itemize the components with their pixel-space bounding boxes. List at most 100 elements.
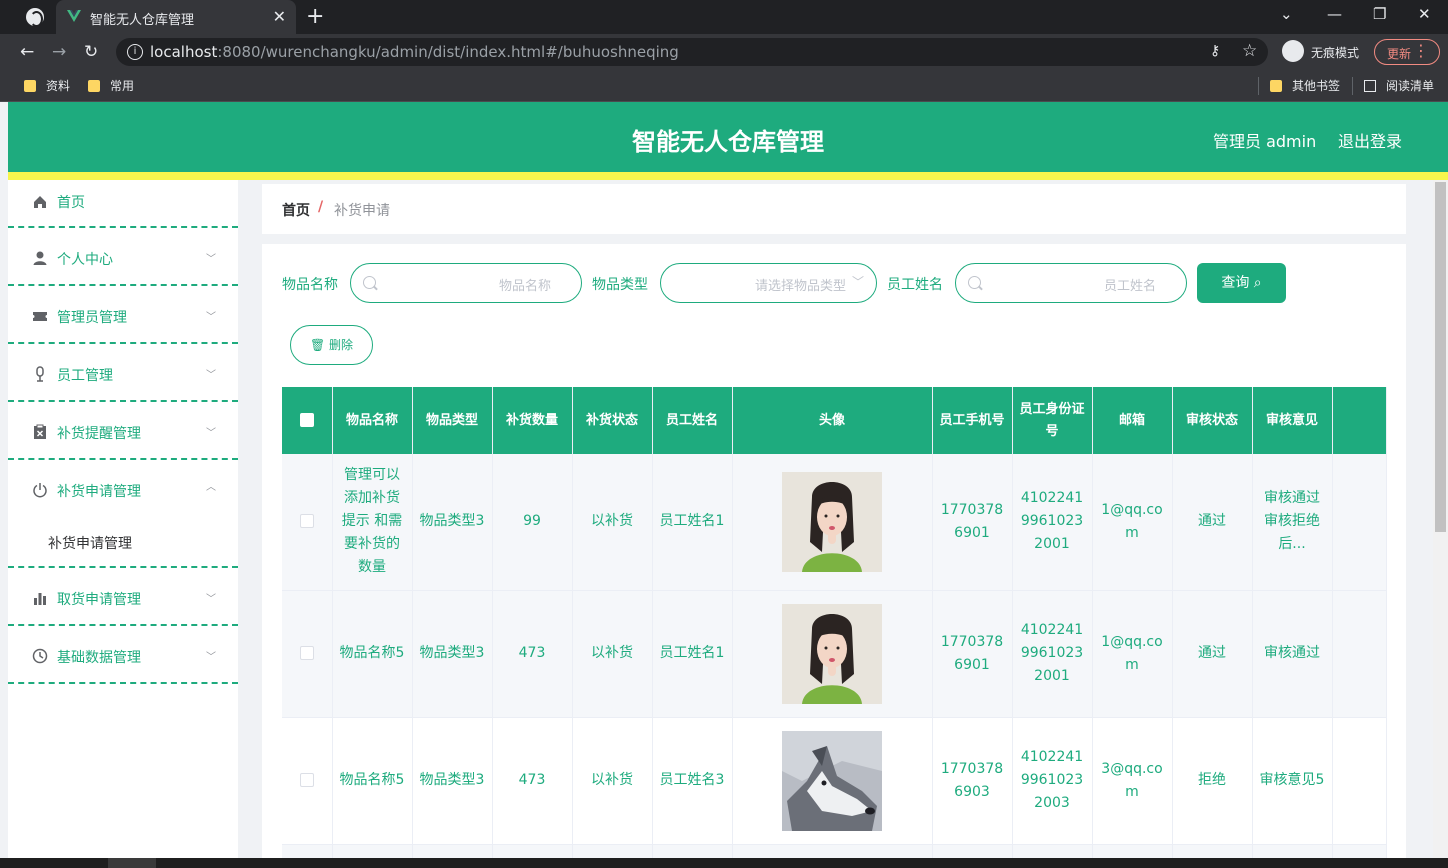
select-all-checkbox[interactable]	[282, 387, 333, 454]
header-accent-line	[8, 172, 1448, 180]
power-icon	[33, 483, 47, 498]
row-checkbox[interactable]	[282, 590, 333, 718]
star-icon[interactable]: ☆	[1242, 41, 1257, 61]
sidebar-item-label: 取货申请管理	[57, 592, 141, 608]
avatar[interactable]	[782, 471, 882, 572]
column-header-actions	[1332, 387, 1387, 454]
sidebar-item-staff[interactable]: 员工管理 ﹀	[8, 344, 238, 402]
sidebar-item-personal[interactable]: 个人中心 ﹀	[8, 228, 238, 286]
sidebar: 首页 个人中心 ﹀ 管理员管理 ﹀ 员工管理 ﹀ 补货提醒管理 ﹀ 补货申请管理…	[8, 180, 238, 868]
submenu-item-restock-apply[interactable]: 补货申请管理	[48, 533, 132, 553]
cell-email: 1@qq.com	[1092, 590, 1173, 718]
folder-icon	[1270, 80, 1282, 92]
cell-item-name: 物品名称5	[332, 717, 413, 845]
globe-icon[interactable]	[26, 8, 44, 27]
sidebar-item-home[interactable]: 首页	[8, 180, 238, 228]
avatar[interactable]	[782, 603, 882, 704]
sidebar-item-admin[interactable]: 管理员管理 ﹀	[8, 286, 238, 344]
sidebar-item-restock-reminder[interactable]: 补货提醒管理 ﹀	[8, 402, 238, 460]
item-name-input[interactable]: 物品名称	[350, 263, 582, 303]
restock-table: 物品名称 物品类型 补货数量 补货状态 员工姓名 头像 员工手机号 员工身份证号…	[282, 387, 1387, 868]
cell-quantity: 473	[492, 717, 573, 845]
chevron-down-icon: ﹀	[206, 370, 216, 381]
delete-button[interactable]: 🗑 删除	[290, 325, 373, 365]
sidebar-item-pickup-apply[interactable]: 取货申请管理 ﹀	[8, 568, 238, 626]
cell-quantity: 99	[492, 454, 573, 591]
filter-label-name: 物品名称	[282, 277, 338, 293]
breadcrumb-separator: /	[318, 199, 324, 215]
sidebar-item-restock-apply[interactable]: 补货申请管理 ︿ 补货申请管理	[8, 460, 238, 568]
table-row[interactable]: 物品名称5 物品类型3 473 以补货 员工姓名1 17703786901 41…	[282, 590, 1387, 718]
sidebar-item-label: 基础数据管理	[57, 650, 141, 666]
scrollbar-thumb[interactable]	[1435, 182, 1446, 532]
column-header: 审核意见	[1252, 387, 1333, 454]
sidebar-item-label: 员工管理	[57, 368, 113, 384]
table-row[interactable]: 管理可以添加补货提示 和需要补货的数量 物品类型3 99 以补货 员工姓名1 1…	[282, 454, 1387, 591]
breadcrumb-home[interactable]: 首页	[282, 200, 310, 220]
bookmark-folder[interactable]: 常用	[88, 77, 134, 94]
breadcrumb: 首页 / 补货申请	[262, 184, 1406, 234]
cell-item-name: 管理可以添加补货提示 和需要补货的数量	[332, 454, 413, 591]
forward-icon[interactable]: →	[52, 42, 66, 62]
logout-link[interactable]: 退出登录	[1338, 128, 1402, 152]
column-header: 邮箱	[1092, 387, 1173, 454]
staff-name-input[interactable]: 员工姓名	[955, 263, 1187, 303]
bookmark-folder[interactable]: 资料	[24, 77, 70, 94]
cell-avatar	[732, 717, 933, 845]
ticket-icon	[33, 312, 47, 321]
url-input[interactable]: i localhost:8080/wurenchangku/admin/dist…	[116, 38, 1268, 66]
cell-email: 3@qq.com	[1092, 717, 1173, 845]
incognito-icon[interactable]	[1282, 40, 1304, 62]
column-header: 物品类型	[412, 387, 493, 454]
back-icon[interactable]: ←	[20, 42, 34, 62]
sidebar-item-base-data[interactable]: 基础数据管理 ﹀	[8, 626, 238, 684]
cell-audit-opinion: 审核通过	[1252, 590, 1333, 718]
page-scrollbar[interactable]	[1433, 180, 1448, 868]
item-type-select[interactable]: 请选择物品类型 ﹀	[660, 263, 877, 303]
key-icon[interactable]: ⚷	[1210, 43, 1220, 59]
table-header-row: 物品名称 物品类型 补货数量 补货状态 员工姓名 头像 员工手机号 员工身份证号…	[282, 387, 1387, 454]
column-header: 员工姓名	[652, 387, 733, 454]
new-tab-icon[interactable]: +	[306, 4, 324, 29]
filter-label-staff: 员工姓名	[887, 277, 943, 293]
minimize-icon[interactable]: —	[1327, 5, 1342, 23]
restore-icon[interactable]: ❐	[1373, 5, 1386, 23]
search-icon	[968, 276, 981, 289]
address-bar: ← → ↻ i localhost:8080/wurenchangku/admi…	[0, 34, 1448, 70]
main-panel: 物品名称 物品名称 物品类型 请选择物品类型 ﹀ 员工姓名 员工姓名 查询 ⌕ …	[262, 244, 1406, 868]
sidebar-item-label: 首页	[57, 195, 85, 211]
browser-tab-strip: 智能无人仓库管理 ✕ + ⌄ — ❐ ✕	[0, 0, 1448, 34]
other-bookmarks[interactable]: 其他书签	[1270, 77, 1340, 94]
cell-staff-name: 员工姓名1	[652, 454, 733, 591]
taskbar-item[interactable]	[108, 858, 156, 868]
window-close-icon[interactable]: ✕	[1418, 5, 1431, 23]
reading-list[interactable]: 阅读清单	[1364, 77, 1434, 94]
clock-icon	[32, 648, 48, 664]
cell-item-name: 物品名称5	[332, 590, 413, 718]
info-icon[interactable]: i	[127, 44, 143, 60]
reload-icon[interactable]: ↻	[84, 42, 98, 62]
bookmarks-bar: 资料 常用 其他书签 阅读清单	[0, 70, 1448, 102]
placeholder: 物品名称	[498, 279, 551, 294]
home-icon	[34, 196, 46, 208]
cell-quantity: 473	[492, 590, 573, 718]
row-checkbox[interactable]	[282, 717, 333, 845]
close-icon[interactable]: ✕	[273, 7, 286, 26]
clipboard-x-icon	[34, 424, 46, 439]
column-header: 物品名称	[332, 387, 413, 454]
microphone-icon	[36, 366, 44, 382]
browser-tab[interactable]: 智能无人仓库管理 ✕	[56, 0, 296, 34]
sidebar-item-label: 管理员管理	[57, 310, 127, 326]
placeholder: 请选择物品类型	[754, 279, 846, 294]
vue-logo-icon	[67, 10, 81, 22]
column-header: 补货状态	[572, 387, 653, 454]
avatar[interactable]	[782, 730, 882, 831]
update-button[interactable]: 更新 ⋮	[1374, 39, 1440, 65]
chevron-down-icon[interactable]: ⌄	[1280, 5, 1293, 23]
table-row[interactable]: 物品名称5 物品类型3 473 以补货 员工姓名3 17703786903 41…	[282, 717, 1387, 845]
row-checkbox[interactable]	[282, 454, 333, 591]
sidebar-item-label: 补货提醒管理	[57, 426, 141, 442]
query-button[interactable]: 查询 ⌕	[1197, 263, 1286, 303]
chevron-down-icon: ﹀	[206, 652, 216, 663]
column-header: 员工身份证号	[1012, 387, 1093, 454]
